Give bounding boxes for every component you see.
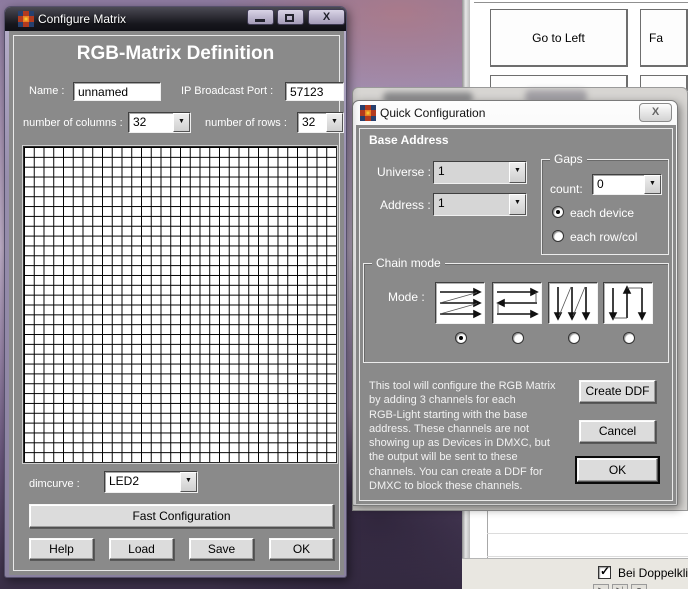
- bei-doppelklick-checkbox[interactable]: ✓: [598, 564, 611, 579]
- next-button-partial[interactable]: ▶|: [612, 584, 628, 589]
- chain-mode-horizontal-zigzag-icon[interactable]: [435, 282, 485, 324]
- chevron-down-icon[interactable]: ▼: [326, 113, 343, 132]
- chevron-down-icon[interactable]: ▼: [509, 162, 526, 183]
- help-button[interactable]: Help: [29, 538, 94, 560]
- quick-configuration-title: Quick Configuration: [380, 106, 486, 120]
- ok-button[interactable]: OK: [269, 538, 334, 560]
- matrix-grid[interactable]: [22, 145, 338, 464]
- stop-button-partial[interactable]: ■: [631, 584, 647, 589]
- close-button[interactable]: X: [639, 103, 672, 122]
- create-ddf-button[interactable]: Create DDF: [579, 380, 656, 403]
- maximize-icon: [285, 14, 294, 22]
- list-row-divider: [487, 533, 688, 534]
- dimcurve-label: dimcurve :: [29, 478, 80, 490]
- ip-broadcast-port-label: IP Broadcast Port :: [181, 85, 274, 97]
- load-button[interactable]: Load: [109, 538, 174, 560]
- list-border: [487, 505, 488, 558]
- fade-button-partial[interactable]: Fa: [640, 9, 688, 67]
- each-device-label: each device: [570, 206, 635, 220]
- cancel-button[interactable]: Cancel: [579, 420, 656, 443]
- close-button[interactable]: X: [308, 9, 345, 25]
- chain-mode-vertical-zigzag-icon[interactable]: [548, 282, 598, 324]
- number-of-rows-select[interactable]: 32 ▼: [297, 112, 344, 133]
- bei-doppelklick-label: Bei Doppelklick: [618, 566, 688, 580]
- chain-mode-vertical-snake-icon[interactable]: [603, 282, 653, 324]
- chain-mode-horizontal-snake-icon[interactable]: [492, 282, 542, 324]
- fast-configuration-button[interactable]: Fast Configuration: [29, 504, 334, 528]
- dimcurve-value: LED2: [109, 474, 140, 488]
- gaps-group-label: Gaps: [550, 152, 587, 166]
- save-button[interactable]: Save: [189, 538, 254, 560]
- divider: [474, 2, 688, 3]
- address-label: Address :: [380, 198, 431, 212]
- count-label: count:: [550, 182, 583, 196]
- universe-select[interactable]: 1 ▼: [433, 161, 527, 184]
- each-row-col-label: each row/col: [570, 230, 638, 244]
- rgb-matrix-heading: RGB-Matrix Definition: [76, 43, 275, 64]
- chain-mode-radio-3[interactable]: [568, 332, 580, 344]
- chain-mode-radio-2[interactable]: [512, 332, 524, 344]
- mode-label: Mode :: [388, 290, 425, 304]
- base-address-heading: Base Address: [369, 133, 449, 147]
- ok-button[interactable]: OK: [575, 456, 660, 484]
- tool-description-text: This tool will configure the RGB Matrix …: [369, 380, 556, 493]
- rows-value: 32: [302, 115, 316, 129]
- maximize-button[interactable]: [277, 9, 304, 25]
- address-value: 1: [434, 194, 509, 215]
- each-device-radio[interactable]: [552, 206, 564, 218]
- name-label: Name :: [29, 85, 65, 97]
- universe-value: 1: [434, 162, 509, 183]
- chain-mode-radio-4[interactable]: [623, 332, 635, 344]
- configure-matrix-titlebar[interactable]: Configure Matrix X: [5, 7, 346, 31]
- go-to-left-button[interactable]: Go to Left: [490, 9, 628, 67]
- quick-configuration-titlebar[interactable]: Quick Configuration X: [353, 101, 677, 125]
- number-of-columns-label: number of columns :: [23, 117, 123, 129]
- quick-configuration-dialog: Quick Configuration X Base Address Unive…: [352, 100, 678, 506]
- check-icon: ✓: [600, 564, 611, 578]
- minimize-icon: [255, 19, 265, 22]
- chevron-down-icon[interactable]: ▼: [180, 472, 197, 492]
- chain-mode-radio-1[interactable]: [455, 332, 467, 344]
- universe-label: Universe :: [377, 165, 432, 179]
- name-input[interactable]: unnamed: [73, 82, 161, 101]
- list-row-divider: [487, 556, 688, 557]
- columns-value: 32: [133, 115, 147, 129]
- play-button-partial[interactable]: ▶: [593, 584, 609, 589]
- chevron-down-icon[interactable]: ▼: [173, 113, 190, 132]
- desktop: Go to Left Fa ✓ Bei Doppelklick ▶ ▶| ■: [0, 0, 688, 589]
- matrix-app-icon: [18, 11, 34, 27]
- minimize-button[interactable]: [247, 9, 274, 25]
- number-of-columns-select[interactable]: 32 ▼: [128, 112, 191, 133]
- each-row-col-radio[interactable]: [552, 230, 564, 242]
- number-of-rows-label: number of rows :: [205, 117, 287, 129]
- configure-matrix-dialog: Configure Matrix X RGB-Matrix Definition…: [4, 6, 347, 578]
- gap-count-select[interactable]: 0 ▼: [592, 174, 662, 195]
- configure-matrix-title: Configure Matrix: [38, 12, 127, 26]
- dimcurve-select[interactable]: LED2 ▼: [104, 471, 198, 493]
- gap-count-value: 0: [597, 177, 604, 191]
- chevron-down-icon[interactable]: ▼: [644, 175, 661, 194]
- chain-mode-group-label: Chain mode: [372, 256, 445, 270]
- matrix-app-icon: [360, 105, 376, 121]
- gaps-groupbox: Gaps count: 0 ▼ each device each row/col: [541, 152, 669, 255]
- address-select[interactable]: 1 ▼: [433, 193, 527, 216]
- bottom-panel: ✓ Bei Doppelklick ▶ ▶| ■: [462, 558, 688, 589]
- ip-broadcast-port-input[interactable]: 57123: [285, 82, 344, 101]
- chain-mode-groupbox: Chain mode Mode :: [363, 256, 669, 363]
- chevron-down-icon[interactable]: ▼: [509, 194, 526, 215]
